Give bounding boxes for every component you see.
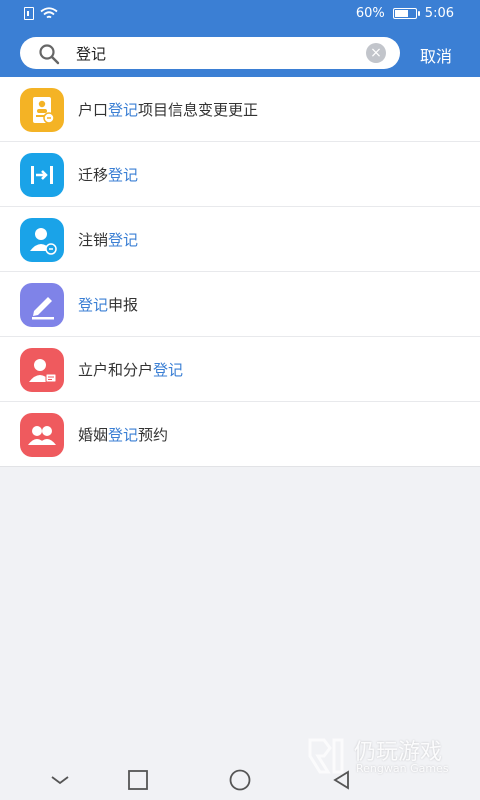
list-item[interactable]: 迁移登记 xyxy=(0,142,480,207)
search-input[interactable]: 登记 xyxy=(76,43,106,64)
status-bar: 60% 5:06 xyxy=(0,0,480,30)
search-box[interactable]: 登记 × xyxy=(20,37,400,69)
label-text: 注销 xyxy=(78,231,109,249)
item-label: 户口登记项目信息变更更正 xyxy=(78,99,258,120)
label-text: 预约 xyxy=(138,426,169,444)
item-label: 迁移登记 xyxy=(78,164,138,185)
label-text: 立户和分户 xyxy=(78,361,154,379)
household-id-card-icon xyxy=(20,88,64,132)
item-label: 登记申报 xyxy=(78,294,138,315)
search-icon xyxy=(39,44,60,65)
wifi-icon xyxy=(40,7,58,19)
item-label: 注销登记 xyxy=(78,229,138,250)
couple-icon xyxy=(20,413,64,457)
search-results-list: 户口登记项目信息变更更正 迁移登记 注销登记 登记申报 立户和分户登记 婚姻登记预约 xyxy=(0,77,480,467)
label-text: 申报 xyxy=(108,296,139,314)
item-label: 立户和分户登记 xyxy=(78,359,183,380)
label-highlight: 登记 xyxy=(78,296,109,314)
label-highlight: 登记 xyxy=(108,426,139,444)
list-item[interactable]: 户口登记项目信息变更更正 xyxy=(0,77,480,142)
user-cancel-icon xyxy=(20,218,64,262)
label-highlight: 登记 xyxy=(108,101,139,119)
sim-card-icon xyxy=(24,7,34,20)
app-header: 60% 5:06 登记 × 取消 xyxy=(0,0,480,77)
battery-percent: 60% xyxy=(355,6,385,21)
label-text: 迁移 xyxy=(78,166,109,184)
transfer-icon xyxy=(20,153,64,197)
watermark-logo-icon xyxy=(308,738,344,774)
list-item[interactable]: 注销登记 xyxy=(0,207,480,272)
label-text: 户口 xyxy=(78,101,109,119)
label-highlight: 登记 xyxy=(108,166,139,184)
item-label: 婚姻登记预约 xyxy=(78,424,168,445)
label-highlight: 登记 xyxy=(108,231,139,249)
battery-icon xyxy=(392,8,420,19)
clear-search-icon[interactable]: × xyxy=(366,43,386,63)
watermark: 仍玩游戏 Rengwan Games xyxy=(304,734,474,784)
recent-apps-square-icon[interactable] xyxy=(126,768,150,792)
list-item[interactable]: 立户和分户登记 xyxy=(0,337,480,402)
pencil-icon xyxy=(20,283,64,327)
chevron-down-icon[interactable] xyxy=(48,768,72,792)
list-item[interactable]: 登记申报 xyxy=(0,272,480,337)
home-circle-icon[interactable] xyxy=(228,768,252,792)
label-highlight: 登记 xyxy=(153,361,184,379)
label-text: 婚姻 xyxy=(78,426,109,444)
cancel-button[interactable]: 取消 xyxy=(420,43,452,67)
watermark-subtitle: Rengwan Games xyxy=(356,762,449,775)
label-text: 项目信息变更更正 xyxy=(138,101,259,119)
list-item[interactable]: 婚姻登记预约 xyxy=(0,402,480,467)
clock: 5:06 xyxy=(424,6,454,21)
user-card-icon xyxy=(20,348,64,392)
